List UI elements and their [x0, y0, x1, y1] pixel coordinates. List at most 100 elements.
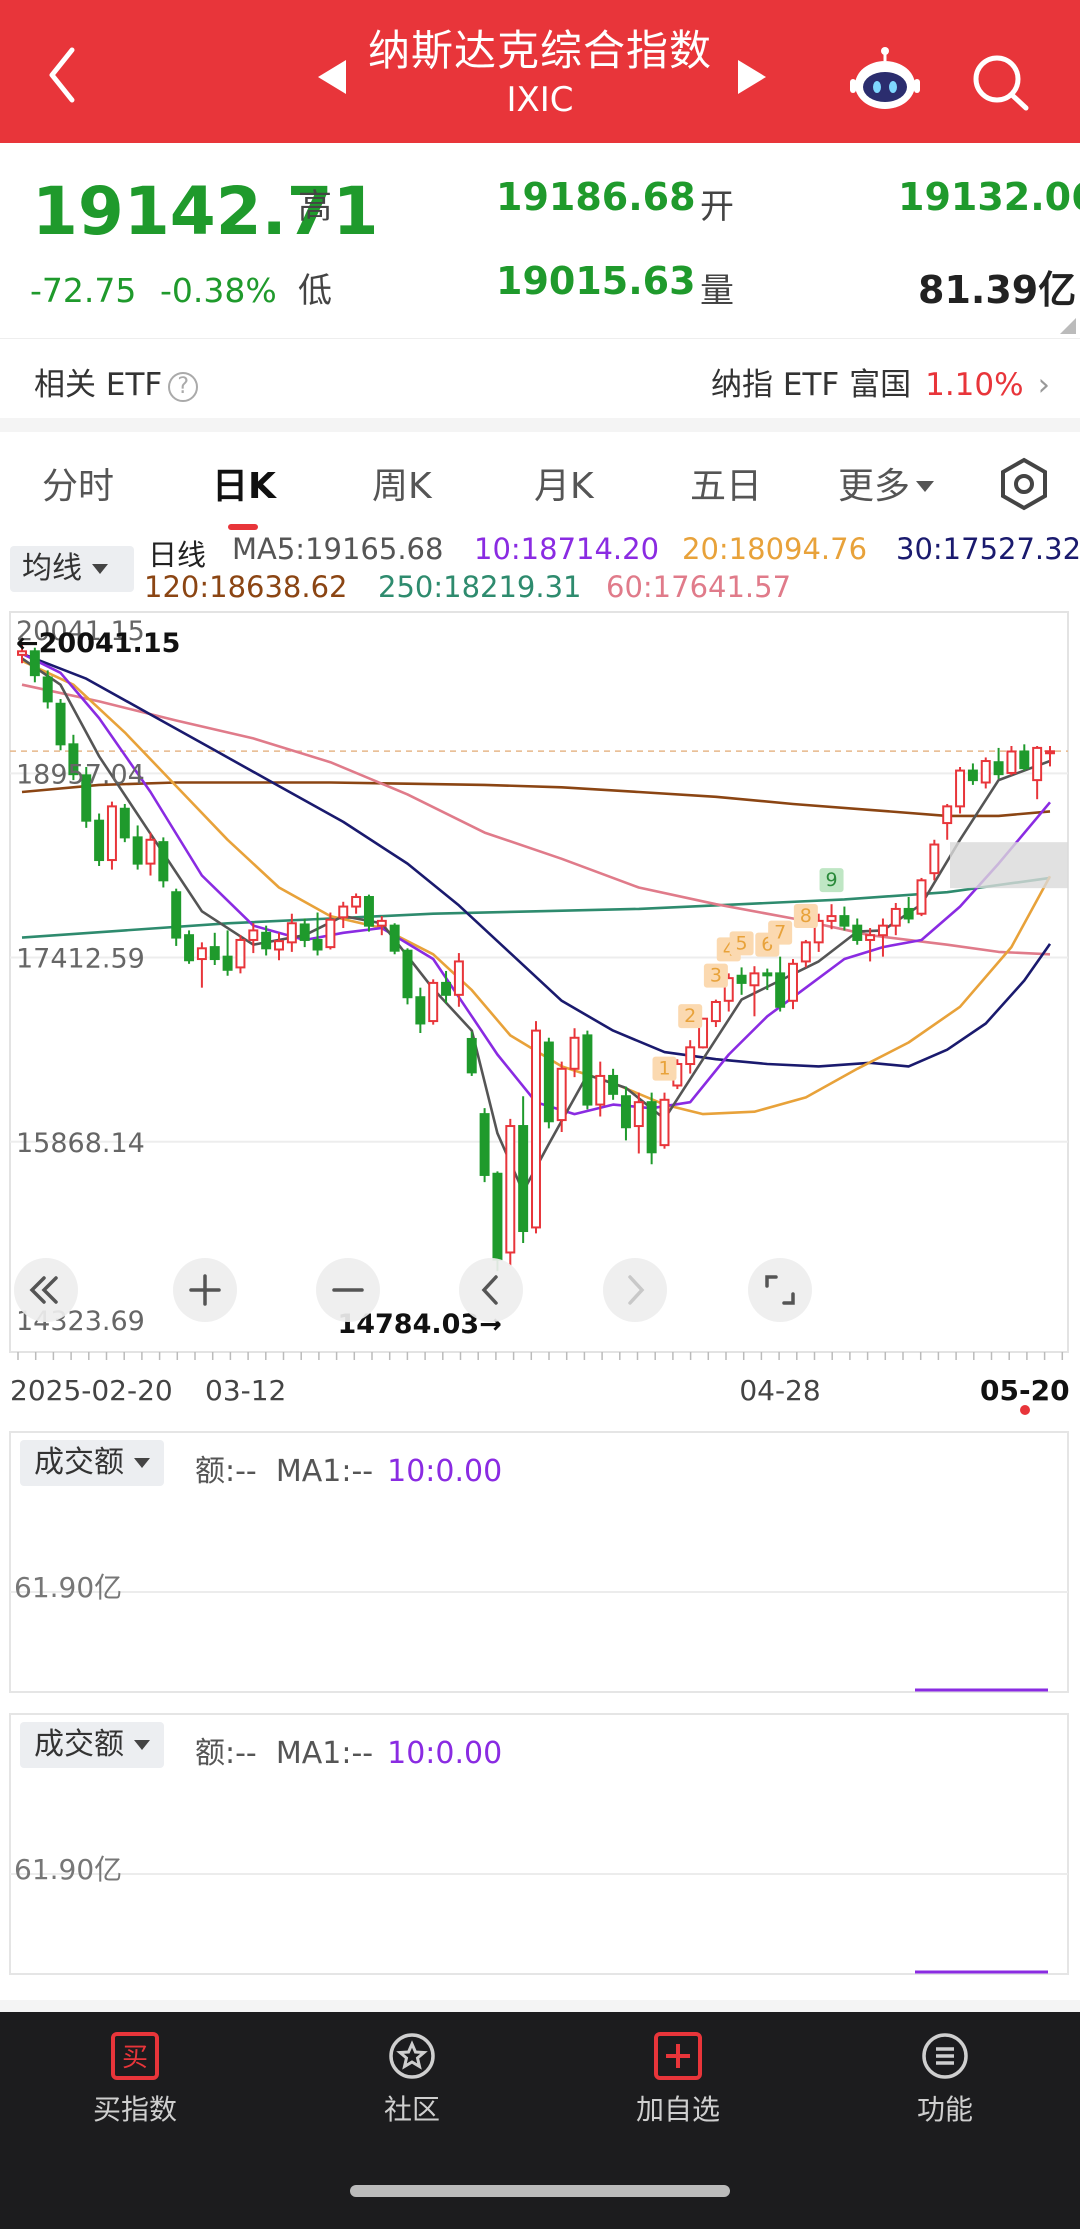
tab-five-day[interactable]: 五日 [690, 457, 762, 509]
nav-functions[interactable]: 功能 [855, 2030, 1035, 2140]
y-axis-label-2: 17412.59 [16, 944, 145, 975]
candle-23 [312, 938, 323, 951]
etf-link[interactable]: 纳指 ETF 富国 1.10% › [711, 359, 1050, 404]
page-subtitle: IXIC [506, 80, 574, 120]
nav-buy-index[interactable]: 买 买指数 [45, 2030, 225, 2140]
community-icon [389, 2033, 435, 2079]
volume-panel-2-select[interactable]: 成交额 [20, 1722, 164, 1768]
volume-panel-1-select[interactable]: 成交额 [20, 1440, 164, 1486]
candle-41 [543, 1041, 554, 1123]
robot-assistant-icon[interactable] [848, 45, 922, 117]
fullscreen-icon[interactable] [748, 1258, 812, 1322]
signal-count-6: 7 [774, 922, 786, 944]
tab-weekly-k[interactable]: 周K [372, 457, 432, 509]
candle-50 [659, 1098, 670, 1147]
etf-name: 纳指 ETF 富国 [711, 367, 912, 403]
candle-35 [466, 1037, 477, 1074]
candle-31 [415, 996, 426, 1025]
period-high-label: ←20041.15 [16, 628, 180, 659]
y-axis-label-3: 15868.14 [16, 1128, 145, 1159]
prev-icon[interactable] [459, 1258, 523, 1322]
candle-25 [338, 905, 349, 919]
candle-42 [556, 1067, 567, 1122]
candle-18 [248, 929, 259, 941]
tab-more[interactable]: 更多 [838, 457, 935, 509]
volume-panel-2-ma10: 10:0.00 [387, 1736, 503, 1771]
candle-39 [518, 1125, 529, 1233]
signal-count-1: 2 [684, 1005, 696, 1027]
volume-panel-1-info: 额:-- MA1:-- 10:0.00 [195, 1446, 502, 1490]
caret-down-icon [134, 1458, 150, 1468]
tab-intraday[interactable]: 分时 [42, 457, 114, 509]
candle-65 [852, 924, 863, 941]
candle-14 [196, 947, 207, 961]
nav-add-watchlist[interactable]: 加自选 [588, 2030, 768, 2140]
collapse-left-icon[interactable] [14, 1258, 78, 1322]
low-label: 低 [298, 271, 332, 311]
candle-49 [646, 1101, 657, 1154]
nav-community[interactable]: 社区 [322, 2030, 502, 2140]
x-axis-label-2: 04-28 [739, 1374, 820, 1407]
back-button[interactable] [30, 40, 100, 110]
indicator-select[interactable]: 均线 [10, 546, 134, 592]
candle-80 [1045, 750, 1055, 755]
candle-74 [967, 769, 978, 782]
zoom-in-icon[interactable] [173, 1258, 237, 1322]
header-bar: 纳斯达克综合指数 IXIC [0, 0, 1080, 143]
open-label: 开 [700, 187, 734, 227]
period-tabs: 分时 日K 周K 月K 五日 更多 [0, 432, 1080, 532]
active-tab-indicator [228, 524, 258, 530]
header-title-group: 纳斯达克综合指数 IXIC [300, 22, 780, 132]
signal-count-2: 3 [710, 965, 722, 987]
ma120-value: 120:18638.62 [144, 570, 348, 604]
search-icon[interactable] [968, 50, 1032, 114]
candle-22 [299, 923, 310, 941]
candle-34 [453, 960, 464, 996]
candle-21 [286, 922, 297, 944]
candle-20 [274, 940, 284, 951]
tab-daily-k[interactable]: 日K [212, 457, 276, 509]
add-watchlist-icon [654, 2032, 702, 2080]
volume-panel-2-amount: 额:-- [195, 1736, 257, 1771]
volume-panel-2-select-label: 成交额 [34, 1727, 124, 1762]
volume-value: 81.39亿 [918, 268, 1077, 312]
open-value: 19132.06 [898, 175, 1080, 219]
next-index-arrow-icon[interactable] [738, 60, 766, 94]
x-axis-label-1: 03-12 [205, 1374, 286, 1407]
related-etf-row[interactable]: 相关 ETF? 纳指 ETF 富国 1.10% › [0, 338, 1080, 418]
candle-27 [363, 896, 374, 927]
candle-76 [993, 761, 1004, 776]
menu-icon [922, 2033, 968, 2079]
candle-57 [749, 972, 760, 987]
candle-38 [505, 1125, 516, 1254]
volume-panel-2-ma1: MA1:-- [275, 1736, 374, 1771]
ma5-value: MA5:19165.68 [232, 532, 444, 566]
candle-59 [775, 972, 786, 1008]
settings-hexagon-icon[interactable] [996, 456, 1052, 512]
candle-37 [492, 1172, 503, 1261]
signal-count-4: 5 [736, 932, 748, 954]
candlestick-chart[interactable]: 1234 5 678920041.1518957.0417412.5915868.1… [0, 600, 1080, 1430]
candle-78 [1019, 750, 1030, 770]
expand-corner-icon[interactable] [1060, 318, 1076, 334]
volume-panel-1-ma1: MA1:-- [275, 1454, 374, 1489]
related-etf-label: 相关 ETF [34, 367, 163, 403]
price-change: -72.75 [30, 271, 137, 310]
volume-panel-1-select-label: 成交额 [34, 1445, 124, 1480]
chevron-right-icon: › [1037, 367, 1050, 403]
nav-community-label: 社区 [383, 2093, 440, 2126]
candle-11 [158, 841, 169, 882]
help-icon[interactable]: ? [168, 372, 199, 402]
nav-functions-label: 功能 [916, 2093, 973, 2126]
candle-15 [209, 946, 220, 961]
ma30-value: 30:17527.32 [896, 532, 1080, 566]
tab-monthly-k[interactable]: 月K [534, 457, 594, 509]
zoom-out-icon[interactable] [316, 1258, 380, 1322]
candle-10 [145, 838, 156, 865]
candle-60 [788, 962, 798, 1002]
candle-68 [890, 907, 901, 927]
next-icon[interactable] [603, 1258, 667, 1322]
candle-7 [106, 805, 117, 862]
volume-panel-1-axis-label: 61.90亿 [14, 1571, 123, 1604]
stock-detail-page: 纳斯达克综合指数 IXIC 19142.71 -72.75 -0.38% 高 1… [0, 0, 1080, 2229]
